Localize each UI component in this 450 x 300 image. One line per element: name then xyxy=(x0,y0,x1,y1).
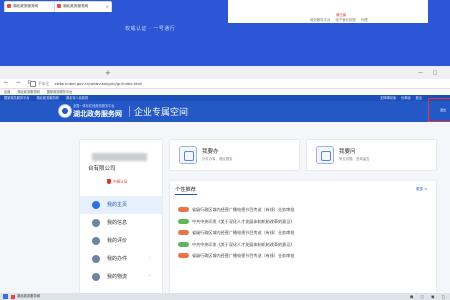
login-card-links: 我已阅 政务服务平台 电子营业执照 代理 xyxy=(310,12,372,22)
document-icon xyxy=(92,255,100,263)
tag-badge xyxy=(178,218,189,224)
chevron-up-icon[interactable]: ⌃ xyxy=(148,250,151,268)
start-button[interactable] xyxy=(3,294,8,299)
list-item-text: 省级行政区域内经营广播电视节目传送（有线）业务审批 xyxy=(192,253,295,258)
card-link[interactable]: 代理 xyxy=(361,18,368,22)
logo-subtitle: 全国一体化在线政务服务平台 xyxy=(73,104,115,108)
security-label: 不安全 xyxy=(38,81,50,86)
truck-icon xyxy=(92,273,100,281)
info-icon xyxy=(92,219,100,227)
tag-badge xyxy=(178,253,189,258)
header-divider xyxy=(129,106,130,117)
service-subtitle: 办件办事、便民服务 xyxy=(202,157,233,161)
system-tray-icons[interactable]: ◼ ◻ ◼ ◻ xyxy=(410,293,448,300)
home-icon xyxy=(92,201,100,209)
security-icon[interactable] xyxy=(30,81,36,87)
chat-icon xyxy=(316,146,334,164)
os-taskbar xyxy=(0,293,450,300)
new-tab-button[interactable]: + xyxy=(105,68,111,79)
logo-emblem-icon[interactable] xyxy=(58,104,72,118)
sidebar-item-label: 我的信息 xyxy=(107,220,128,226)
browser-tab[interactable]: 湖北政务服务网 × xyxy=(54,1,112,12)
company-name: 台有限公司 xyxy=(88,166,116,172)
top-link[interactable]: 长辈版 xyxy=(401,96,411,100)
list-item-text: 中共中央印发《关于深化人才发展体制机制改革的意见》 xyxy=(192,218,295,224)
url-field[interactable]: 不安全 zwfw.hubei.gov.cn/webview/grkj/gr/in… xyxy=(38,79,142,88)
service-card-ask[interactable]: 我要问 常见问题、咨询留言 xyxy=(307,140,436,170)
favicon-icon xyxy=(57,4,61,8)
sidebar-item-label: 我的评价 xyxy=(107,238,128,244)
list-item-text: 中共中央印发《关于深化人才发展体制机制改革的意见》 xyxy=(192,241,295,247)
logo-title[interactable]: 湖北政务服务网 xyxy=(73,109,122,119)
bookmark-item[interactable]: 国家政务服务平台 xyxy=(47,90,73,94)
evaluation-icon xyxy=(92,237,100,245)
url-text: zwfw.hubei.gov.cn/webview/grkj/gr/index.… xyxy=(54,81,143,86)
tab-label: 湖北政务服务网 xyxy=(63,4,89,8)
tag-badge xyxy=(178,230,189,235)
service-card-handle[interactable]: 我要办 办件办事、便民服务 xyxy=(170,140,299,170)
top-link[interactable]: 湖北政务服务网 xyxy=(37,96,59,100)
service-subtitle: 常见问题、咨询留言 xyxy=(339,157,370,161)
bookmark-item[interactable]: 应用 xyxy=(4,90,10,94)
service-title: 我要问 xyxy=(339,149,356,155)
favicon-icon xyxy=(7,4,11,8)
sidebar-item-evaluation[interactable]: 我的评价 xyxy=(80,232,162,250)
sidebar-item-logistics[interactable]: 我的物流 ⌃ xyxy=(80,268,162,286)
card-link[interactable]: 政务服务平台 xyxy=(310,18,330,22)
bookmark-item[interactable]: 湖北政务服务网 xyxy=(17,90,39,94)
top-link[interactable]: 国家政务服务平台 xyxy=(4,96,30,100)
list-item[interactable]: 省级行政区域内经营广播电视节目传送（有线）业务审批 xyxy=(178,227,433,239)
sidebar-item-home[interactable]: 我的主页 xyxy=(80,196,162,214)
recommend-list: 省级行政区域内经营广播电视节目传送（有线）业务审批 中共中央印发《关于深化人才发… xyxy=(178,204,433,262)
page-title: 企业专属空间 xyxy=(134,108,189,118)
logout-link[interactable]: 退出 xyxy=(440,108,446,112)
top-link[interactable]: 退出 xyxy=(416,96,422,100)
sidebar-nav: 我的主页 我的信息 我的评价 我的办件 ⌃ 我的物流 ⌃ xyxy=(80,196,162,286)
highlight-box[interactable] xyxy=(428,98,450,122)
shield-icon xyxy=(107,179,111,184)
list-item-text: 省级行政区域内经营广播电视节目传送（有线）业务审批 xyxy=(192,207,295,212)
more-link[interactable]: 更多 > xyxy=(416,187,427,192)
handle-icon xyxy=(179,146,197,164)
top-link[interactable]: 无障碍阅读 xyxy=(380,96,396,100)
service-title: 我要办 xyxy=(202,149,219,155)
chevron-up-icon[interactable]: ⌃ xyxy=(148,268,151,286)
agreement-link[interactable]: 我已阅 xyxy=(336,12,368,17)
banner-slogan: 权威认证 · 一号通行 xyxy=(125,26,176,32)
sidebar-item-label: 我的物流 xyxy=(107,274,128,280)
sidebar-item-info[interactable]: 我的信息 xyxy=(80,214,162,232)
auth-badge: 中级认证 xyxy=(107,179,127,185)
list-item[interactable]: 中共中央印发《关于深化人才发展体制机制改革的意见》 xyxy=(178,239,433,251)
tag-badge xyxy=(178,241,189,247)
card-link[interactable]: 电子营业执照 xyxy=(335,18,355,22)
list-item[interactable]: 中共中央印发《关于深化人才发展体制机制改革的意见》 xyxy=(178,216,433,228)
title-underline xyxy=(175,194,197,195)
taskbar-item[interactable]: 湖北政务服务网 xyxy=(11,293,40,300)
tab-label: 湖北政务服务网 xyxy=(13,4,39,8)
top-link[interactable]: 湖北省人民政府 xyxy=(66,96,88,100)
list-item-text: 省级行政区域内经营广播电视节目传送（有线）业务审批 xyxy=(192,230,295,235)
list-item[interactable]: 省级行政区域内经营广播电视节目传送（有线）业务审批 xyxy=(178,250,433,262)
auth-label: 中级认证 xyxy=(113,179,128,184)
redacted-block xyxy=(92,153,147,161)
sidebar-item-cases[interactable]: 我的办件 ⌃ xyxy=(80,250,162,268)
sidebar-item-label: 我的办件 xyxy=(107,256,128,262)
sidebar-item-label: 我的主页 xyxy=(107,202,128,208)
recommend-title: 个性推荐 xyxy=(175,187,196,193)
close-icon[interactable]: × xyxy=(106,2,109,11)
tag-badge xyxy=(178,207,189,212)
list-item[interactable]: 省级行政区域内经营广播电视节目传送（有线）业务审批 xyxy=(178,204,433,216)
